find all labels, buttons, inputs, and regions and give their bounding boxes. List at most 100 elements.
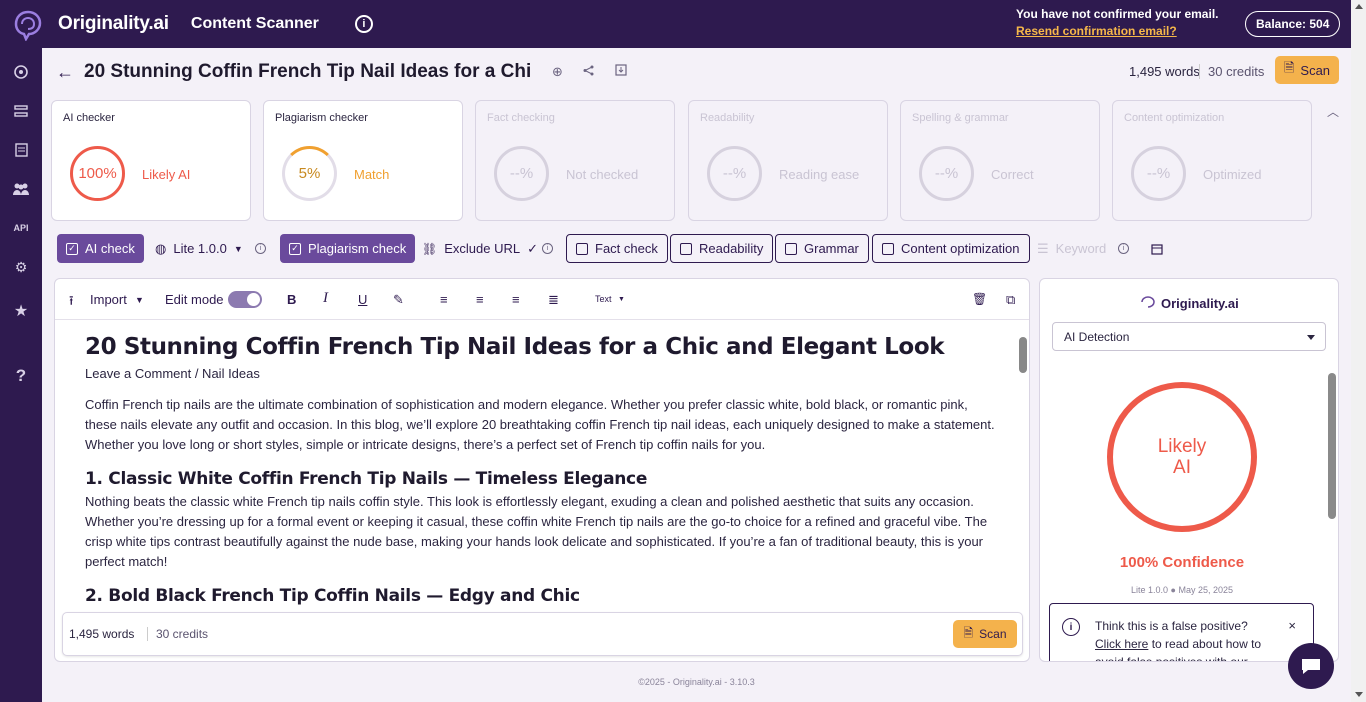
chat-bubble-icon[interactable]: [1288, 643, 1334, 689]
footer-scan-button[interactable]: 🗎 Scan: [953, 620, 1017, 648]
brand-name[interactable]: Originality.ai: [58, 13, 169, 35]
content-subheading: 2. Bold Black French Tip Coffin Nails — …: [85, 586, 580, 606]
close-icon[interactable]: ×: [1288, 618, 1296, 633]
underline-icon[interactable]: U: [358, 292, 367, 307]
exclude-url-toggle[interactable]: ⛓ Exclude URL ✓: [422, 234, 538, 263]
italic-icon[interactable]: I: [323, 290, 328, 307]
edit-mode-toggle[interactable]: [228, 291, 262, 308]
caret-down-icon[interactable]: ▼: [618, 296, 625, 303]
readability-toggle[interactable]: Readability: [670, 234, 774, 263]
gear-icon[interactable]: ⚙: [11, 257, 31, 277]
content-paragraph: Nothing beats the classic white French t…: [85, 494, 988, 569]
fact-check-label: Fact check: [595, 241, 658, 256]
grammar-toggle[interactable]: Grammar: [775, 234, 869, 263]
star-icon[interactable]: ★: [11, 301, 31, 321]
ai-check-label: AI check: [85, 241, 135, 256]
document-content[interactable]: 20 Stunning Coffin French Tip Nail Ideas…: [85, 334, 995, 606]
content-optimization-toggle[interactable]: Content optimization: [872, 234, 1030, 263]
align-right-icon[interactable]: ≡: [512, 292, 520, 307]
checkbox-empty-icon: [680, 242, 692, 255]
text-style-select[interactable]: Text: [595, 294, 612, 304]
balance-badge[interactable]: Balance: 504: [1245, 11, 1341, 37]
keyword-info-icon[interactable]: i: [1118, 234, 1129, 263]
ai-result-ring: Likely AI: [1107, 382, 1257, 532]
grammar-label: Grammar: [804, 241, 859, 256]
page-scrollbar[interactable]: [1351, 0, 1366, 702]
plagiarism-score-ring: 5%: [282, 146, 337, 201]
readability-score-ring: --%: [707, 146, 762, 201]
scan-button[interactable]: 🗎 Scan: [1275, 56, 1339, 84]
align-justify-icon[interactable]: ≣: [548, 292, 559, 308]
keyword-icon: ☰: [1037, 240, 1049, 256]
footer-scan-label: Scan: [979, 627, 1007, 641]
calendar-icon[interactable]: [1151, 234, 1163, 263]
plagiarism-check-toggle[interactable]: ✓ Plagiarism check: [280, 234, 416, 263]
download-icon[interactable]: [615, 64, 627, 79]
copy-icon[interactable]: ⧉: [1006, 292, 1015, 308]
share-icon[interactable]: [583, 64, 594, 79]
highlight-icon[interactable]: ✎: [393, 292, 404, 308]
align-left-icon[interactable]: ≡: [440, 292, 448, 307]
documents-nav-icon[interactable]: [11, 140, 31, 160]
caret-down-icon[interactable]: ▼: [135, 295, 144, 305]
ai-check-toggle[interactable]: ✓ AI check: [57, 234, 144, 263]
checkbox-checked-icon: ✓: [289, 242, 301, 255]
brain-logo-icon[interactable]: [8, 4, 48, 44]
document-title[interactable]: 20 Stunning Coffin French Tip Nail Ideas…: [84, 61, 531, 83]
card-fact-checking[interactable]: Fact checking --% Not checked: [475, 100, 675, 221]
info-icon: i: [1062, 618, 1080, 636]
keyword-input[interactable]: ☰ Keyword: [1037, 234, 1106, 263]
scan-doc-icon: 🗎: [963, 625, 974, 640]
stack-nav-icon[interactable]: [11, 101, 31, 121]
model-info-icon[interactable]: i: [255, 234, 266, 263]
resend-confirmation-link[interactable]: Resend confirmation email?: [1016, 24, 1218, 38]
back-arrow-icon[interactable]: ←: [56, 62, 74, 83]
detection-select-value: AI Detection: [1064, 330, 1130, 344]
editor-scrollbar[interactable]: [1015, 321, 1029, 613]
card-title: Spelling & grammar: [912, 112, 1009, 124]
content-subheading: 1. Classic White Coffin French Tip Nails…: [85, 469, 648, 489]
click-here-link[interactable]: Click here: [1095, 637, 1148, 651]
card-spelling-grammar[interactable]: Spelling & grammar --% Correct: [900, 100, 1100, 221]
email-notice-text: You have not confirmed your email.: [1016, 7, 1219, 21]
word-count: 1,495 words: [1129, 64, 1200, 79]
card-readability[interactable]: Readability --% Reading ease: [688, 100, 888, 221]
panel-brand-text: Originality.ai: [1161, 296, 1239, 311]
align-center-icon[interactable]: ≡: [476, 292, 484, 307]
scan-doc-icon: 🗎: [1283, 60, 1295, 75]
card-ai-checker[interactable]: AI checker 100% Likely AI: [51, 100, 251, 221]
panel-scrollbar[interactable]: [1325, 359, 1338, 661]
footer-credit-count: 30 credits: [147, 627, 208, 641]
editor-footer: 1,495 words 30 credits 🗎 Scan: [62, 612, 1023, 656]
sidebar: API ⚙ ★ ?: [0, 48, 42, 702]
card-title: Readability: [700, 112, 755, 124]
api-nav-icon[interactable]: API: [11, 218, 31, 238]
exclude-url-info-icon[interactable]: i: [542, 234, 553, 263]
exclude-url-label: Exclude URL: [444, 241, 521, 256]
readability-status: Reading ease: [779, 167, 860, 182]
check-icon: ✓: [527, 240, 539, 256]
info-icon[interactable]: i: [354, 15, 373, 33]
text-editor[interactable]: ⭱ Import ▼ Edit mode B I U ✎ ≡ ≡ ≡ ≣ Tex…: [54, 278, 1030, 662]
brain-nav-icon[interactable]: [11, 62, 31, 82]
help-icon[interactable]: ?: [11, 366, 31, 386]
top-bar: Originality.ai Content Scanner i You hav…: [0, 0, 1351, 48]
upload-icon[interactable]: ⭱: [69, 292, 74, 314]
import-button[interactable]: Import: [90, 292, 127, 307]
model-select[interactable]: ◍ Lite 1.0.0 ▼: [155, 234, 243, 263]
trash-icon[interactable]: 🗑: [972, 292, 987, 306]
optimization-status: Optimized: [1203, 167, 1262, 182]
card-content-optimization[interactable]: Content optimization --% Optimized: [1112, 100, 1312, 221]
card-title: Plagiarism checker: [275, 112, 368, 124]
chevron-up-icon[interactable]: ︿: [1327, 103, 1339, 120]
add-icon[interactable]: ⊕: [552, 64, 563, 80]
card-plagiarism-checker[interactable]: Plagiarism checker 5% Match: [263, 100, 463, 221]
globe-icon: ◍: [155, 240, 167, 256]
fact-check-toggle[interactable]: Fact check: [566, 234, 668, 263]
edit-mode-label: Edit mode: [165, 292, 224, 307]
grammar-score-ring: --%: [919, 146, 974, 201]
panel-brand: Originality.ai: [1140, 295, 1239, 312]
team-nav-icon[interactable]: [11, 179, 31, 199]
bold-icon[interactable]: B: [287, 292, 296, 307]
detection-select[interactable]: AI Detection: [1052, 322, 1326, 351]
